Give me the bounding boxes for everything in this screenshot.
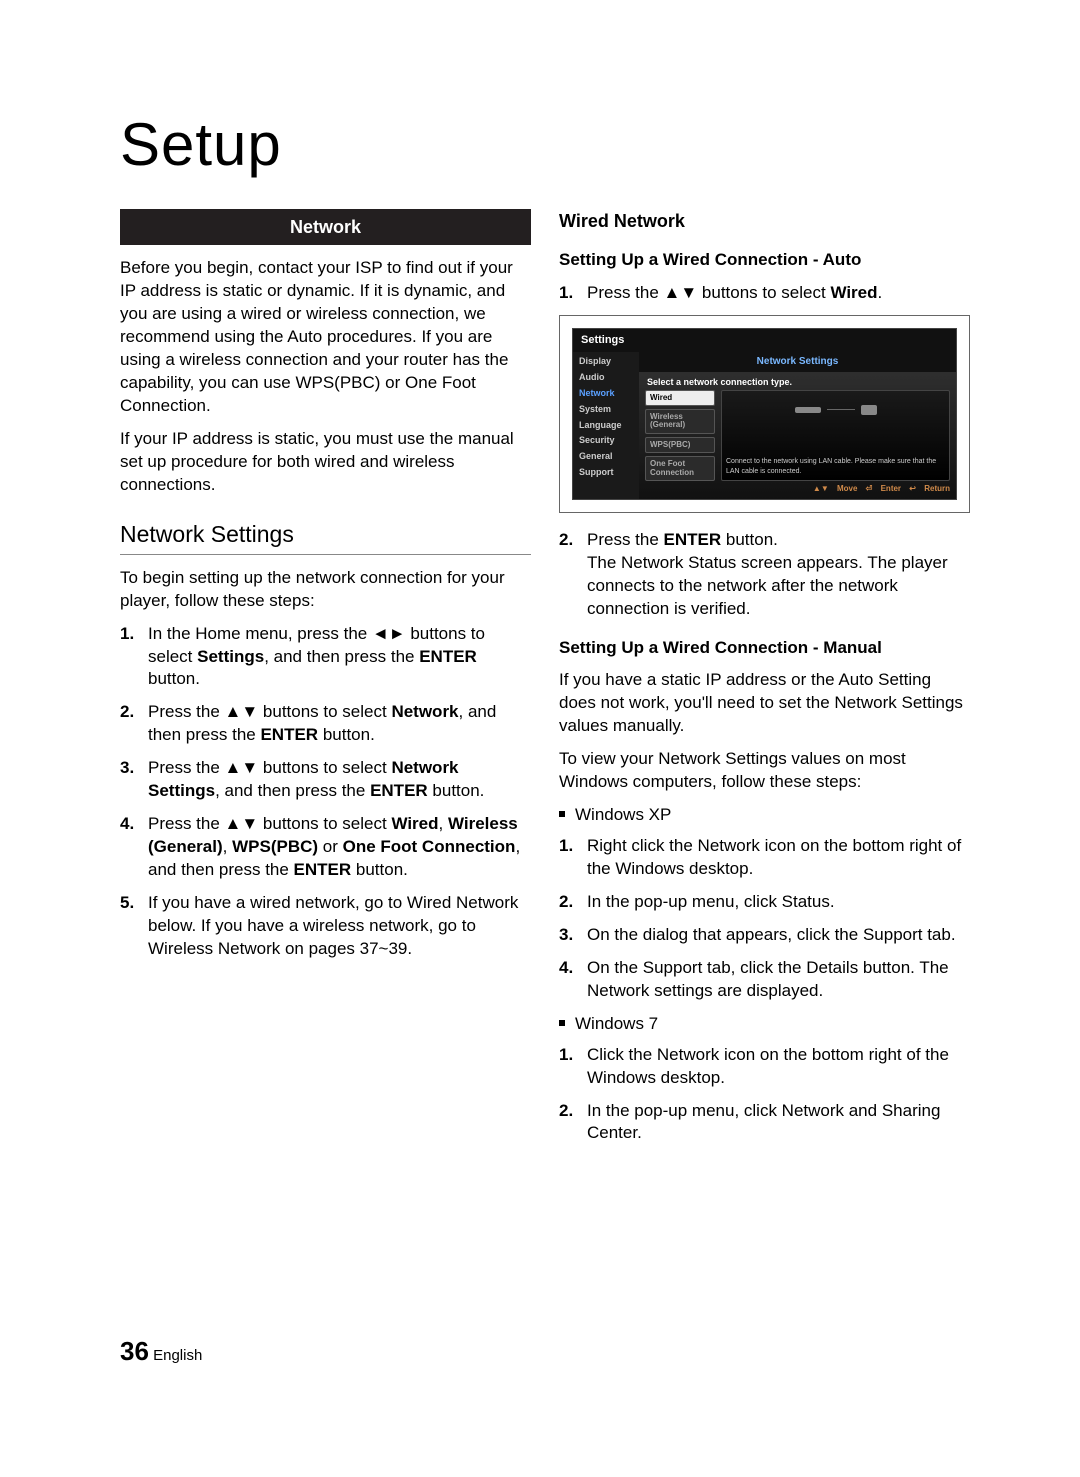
manual-paragraph-1: If you have a static IP address or the A… [559,669,970,738]
hint-return: ↩ Return [909,484,950,493]
scr-side-security: Security [573,433,639,449]
step-item: On the dialog that appears, click the Su… [559,924,970,947]
step-item: In the pop-up menu, click Status. [559,891,970,914]
heading-wired-auto: Setting Up a Wired Connection - Auto [559,249,970,272]
w7-steps: Click the Network icon on the bottom rig… [559,1044,970,1146]
step-item: Press the ENTER button.The Network Statu… [559,529,970,621]
intro-paragraph-2: If your IP address is static, you must u… [120,428,531,497]
hint-enter: ⏎ Enter [866,484,901,493]
scr-side-language: Language [573,418,639,434]
scr-help-text: Connect to the network using LAN cable. … [726,457,945,476]
scr-opt-wired: Wired [645,390,715,406]
bullet-windows-7: Windows 7 [559,1013,970,1036]
hint-move: ▲▼ Move [813,484,858,493]
scr-sidebar: Display Audio Network System Language Se… [573,352,639,499]
network-settings-intro: To begin setting up the network connecti… [120,567,531,613]
page-footer: 36 English [120,1336,202,1367]
step-item: Press the ▲▼ buttons to select Network S… [120,757,531,803]
scr-opt-onefoot: One Foot Connection [645,456,715,481]
step-item: Press the ▲▼ buttons to select Wired, Wi… [120,813,531,882]
step-item: Right click the Network icon on the bott… [559,835,970,881]
step-item: If you have a wired network, go to Wired… [120,892,531,961]
step-item: On the Support tab, click the Details bu… [559,957,970,1003]
step-item: Press the ▲▼ buttons to select Wired. [559,282,970,305]
section-bar-network: Network [120,209,531,245]
scr-side-audio: Audio [573,370,639,386]
heading-wired-manual: Setting Up a Wired Connection - Manual [559,637,970,660]
scr-side-display: Display [573,354,639,370]
scr-opt-wps: WPS(PBC) [645,437,715,453]
bullet-windows-xp: Windows XP [559,804,970,827]
scr-side-general: General [573,449,639,465]
scr-subtitle: Select a network connection type. [639,372,956,390]
right-column: Wired Network Setting Up a Wired Connect… [559,209,970,1155]
scr-side-support: Support [573,465,639,481]
scr-side-system: System [573,402,639,418]
step-item: Press the ▲▼ buttons to select Network, … [120,701,531,747]
step-item: In the Home menu, press the ◄► buttons t… [120,623,531,692]
left-column: Network Before you begin, contact your I… [120,209,531,1155]
scr-preview-pane: Connect to the network using LAN cable. … [721,390,950,481]
page-language: English [153,1347,202,1364]
scr-side-network: Network [573,386,639,402]
scr-opt-wireless: Wireless (General) [645,409,715,434]
scr-window-title: Settings [573,329,956,352]
page-title: Setup [120,110,970,179]
scr-main-title: Network Settings [639,352,956,372]
manual-paragraph-2: To view your Network Settings values on … [559,748,970,794]
xp-steps: Right click the Network icon on the bott… [559,835,970,1003]
wired-auto-steps-1: Press the ▲▼ buttons to select Wired. [559,282,970,305]
router-icon [726,395,945,425]
heading-network-settings: Network Settings [120,519,531,555]
scr-hint-bar: ▲▼ Move ⏎ Enter ↩ Return [639,481,956,495]
intro-paragraph-1: Before you begin, contact your ISP to fi… [120,257,531,418]
heading-wired-network: Wired Network [559,209,970,233]
wired-auto-steps-2: Press the ENTER button.The Network Statu… [559,529,970,621]
settings-screenshot: Settings Display Audio Network System La… [559,315,970,513]
page-number: 36 [120,1336,149,1366]
network-settings-steps: In the Home menu, press the ◄► buttons t… [120,623,531,961]
step-item: Click the Network icon on the bottom rig… [559,1044,970,1090]
step-item: In the pop-up menu, click Network and Sh… [559,1100,970,1146]
